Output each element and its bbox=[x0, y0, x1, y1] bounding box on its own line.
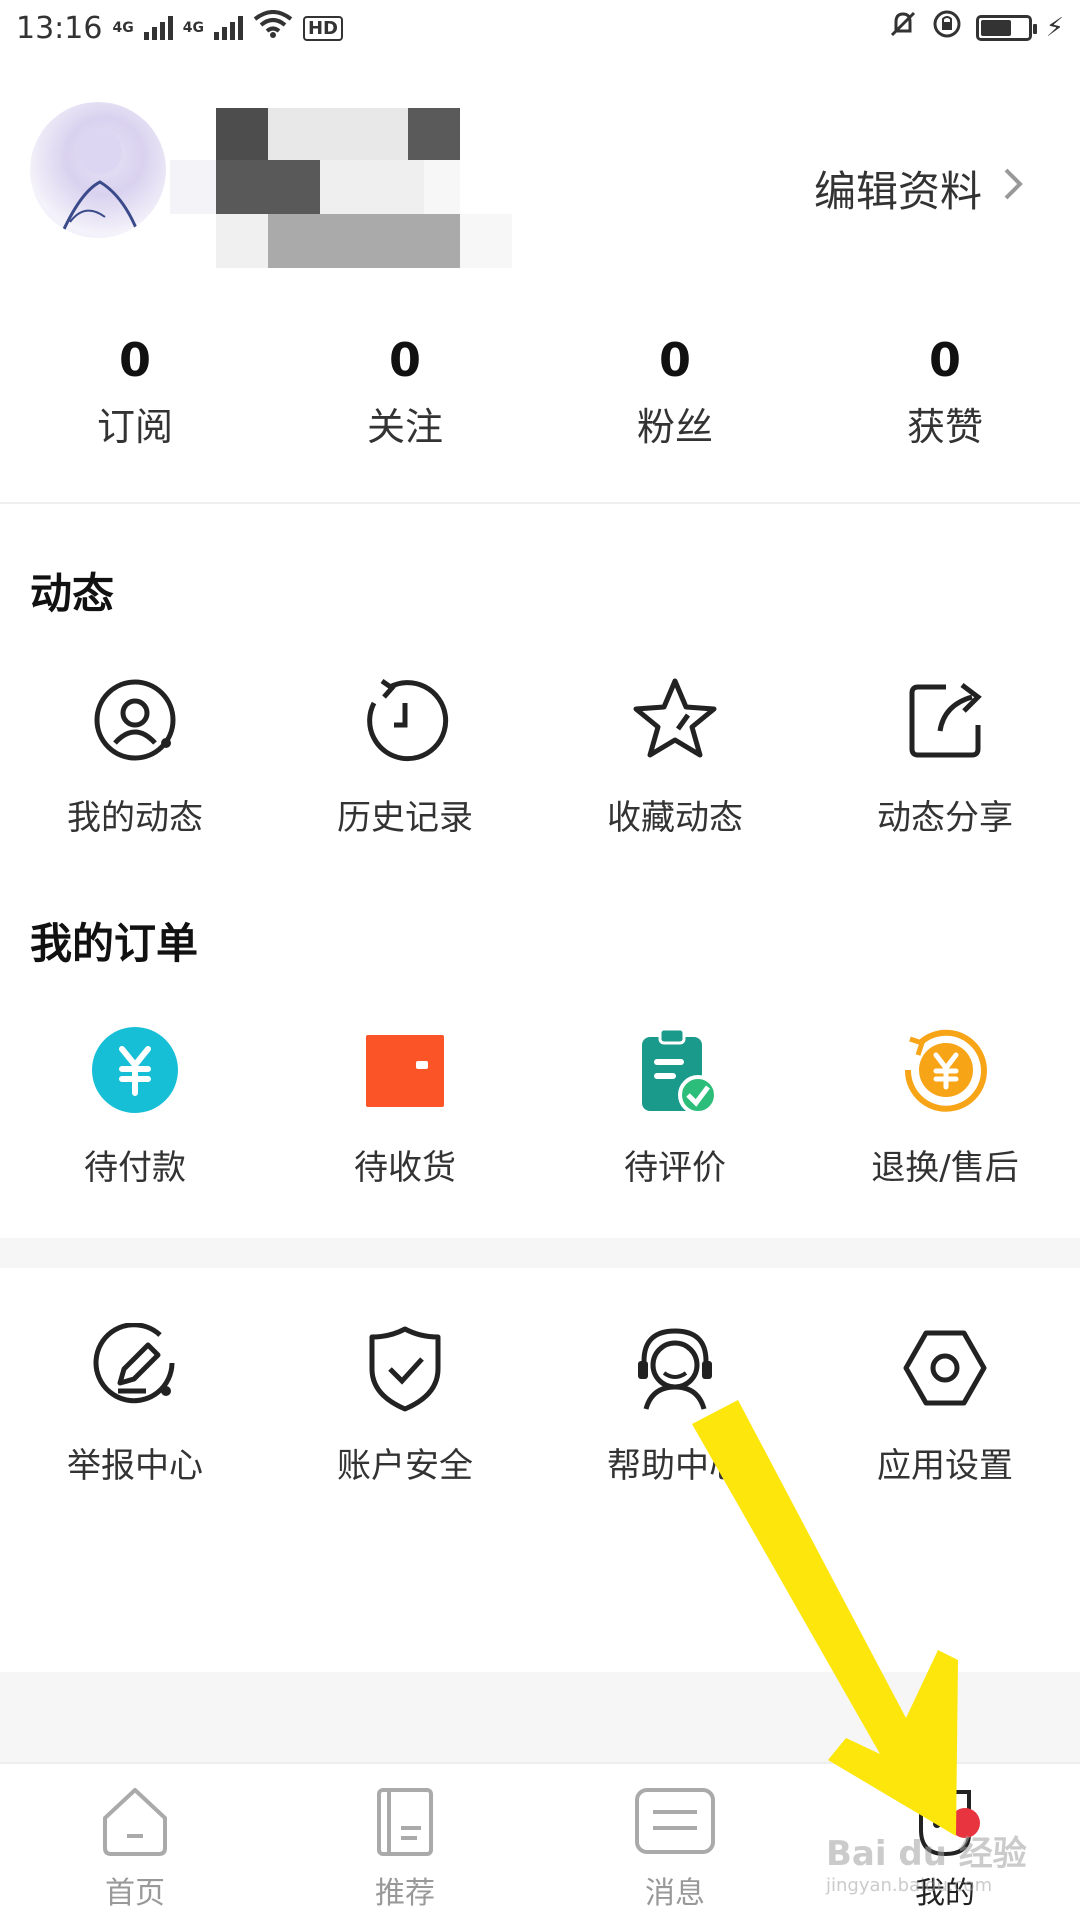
menu-label: 账户安全 bbox=[337, 1446, 473, 1486]
share-icon bbox=[897, 672, 993, 768]
avatar[interactable] bbox=[30, 102, 166, 238]
stats-row: 0 订阅 0 关注 0 粉丝 0 获赞 bbox=[0, 330, 1080, 460]
shield-check-icon bbox=[357, 1320, 453, 1416]
nav-label: 首页 bbox=[105, 1876, 165, 1911]
report-pencil-icon bbox=[87, 1320, 183, 1416]
section-title-orders: 我的订单 bbox=[30, 919, 199, 968]
dynamics-grid: 我的动态 历史记录 收藏动态 动态分享 bbox=[0, 672, 1080, 839]
my-activity-icon bbox=[87, 672, 183, 768]
menu-label: 待付款 bbox=[84, 1148, 186, 1188]
battery-icon bbox=[975, 15, 1037, 41]
stat-label: 订阅 bbox=[96, 405, 173, 449]
menu-label: 我的动态 bbox=[67, 798, 203, 838]
mute-bell-icon bbox=[888, 9, 918, 47]
status-bar: 13:16 4G 4G HD ⚡ bbox=[0, 0, 1080, 56]
menu-label: 待评价 bbox=[624, 1148, 726, 1188]
watermark: Bai du 经验 jingyan.baidu.com bbox=[826, 1826, 1027, 1896]
stat-label: 粉丝 bbox=[636, 405, 713, 449]
section-title-dynamics: 动态 bbox=[30, 569, 115, 618]
stat-value: 0 bbox=[928, 333, 961, 387]
orders-grid: 待付款 待收货 待评价 退换/售后 bbox=[0, 1022, 1080, 1189]
chevron-right-icon bbox=[1002, 166, 1024, 212]
wifi-icon bbox=[253, 10, 293, 46]
edit-profile-label: 编辑资料 bbox=[813, 167, 982, 216]
menu-report-center[interactable]: 举报中心 bbox=[0, 1320, 270, 1487]
order-pending-receipt[interactable]: 待收货 bbox=[270, 1022, 540, 1189]
bottom-spacer bbox=[0, 1672, 1080, 1762]
stat-value: 0 bbox=[118, 333, 151, 387]
wallet-icon bbox=[357, 1022, 453, 1118]
nav-messages[interactable]: 消息 bbox=[540, 1764, 810, 1920]
divider bbox=[0, 502, 1080, 504]
menu-label: 收藏动态 bbox=[607, 798, 743, 838]
menu-label: 待收货 bbox=[354, 1148, 456, 1188]
nav-label: 推荐 bbox=[375, 1876, 435, 1911]
yen-circle-icon bbox=[87, 1022, 183, 1118]
menu-label: 举报中心 bbox=[67, 1446, 203, 1486]
menu-label: 应用设置 bbox=[877, 1446, 1013, 1486]
edit-profile-button[interactable]: 编辑资料 bbox=[814, 158, 1024, 219]
stat-value: 0 bbox=[388, 333, 421, 387]
menu-label: 动态分享 bbox=[877, 798, 1013, 838]
history-icon bbox=[357, 672, 453, 768]
clipboard-check-icon bbox=[627, 1022, 723, 1118]
network-type-2: 4G bbox=[182, 20, 204, 36]
network-type-1: 4G bbox=[112, 20, 134, 36]
menu-app-settings[interactable]: 应用设置 bbox=[810, 1320, 1080, 1487]
nav-label: 消息 bbox=[645, 1876, 705, 1911]
stat-likes[interactable]: 0 获赞 bbox=[810, 330, 1080, 460]
nav-recommend[interactable]: 推荐 bbox=[270, 1764, 540, 1920]
username-mosaic bbox=[170, 108, 540, 268]
order-refund[interactable]: 退换/售后 bbox=[810, 1022, 1080, 1189]
charging-icon: ⚡ bbox=[1045, 13, 1064, 43]
watermark-url: jingyan.baidu.com bbox=[826, 1875, 993, 1896]
stat-subscriptions[interactable]: 0 订阅 bbox=[0, 330, 270, 460]
menu-label: 退换/售后 bbox=[871, 1148, 1019, 1188]
stat-following[interactable]: 0 关注 bbox=[270, 330, 540, 460]
settings-hexagon-icon bbox=[897, 1320, 993, 1416]
star-icon bbox=[627, 672, 723, 768]
menu-my-activity[interactable]: 我的动态 bbox=[0, 672, 270, 839]
home-icon bbox=[97, 1784, 173, 1864]
menu-favorites[interactable]: 收藏动态 bbox=[540, 672, 810, 839]
services-grid: 举报中心 账户安全 帮助中心 应用设置 bbox=[0, 1320, 1080, 1487]
menu-history[interactable]: 历史记录 bbox=[270, 672, 540, 839]
stat-label: 关注 bbox=[366, 405, 443, 449]
hd-icon: HD bbox=[302, 15, 343, 41]
section-spacer bbox=[0, 1238, 1080, 1268]
signal-icon bbox=[143, 16, 173, 40]
menu-label: 历史记录 bbox=[337, 798, 473, 838]
lock-rotation-icon bbox=[932, 9, 962, 47]
message-icon bbox=[633, 1784, 717, 1864]
stat-fans[interactable]: 0 粉丝 bbox=[540, 330, 810, 460]
book-icon bbox=[367, 1784, 443, 1864]
menu-help-center[interactable]: 帮助中心 bbox=[540, 1320, 810, 1487]
menu-account-security[interactable]: 账户安全 bbox=[270, 1320, 540, 1487]
clock: 13:16 bbox=[16, 10, 103, 46]
stat-value: 0 bbox=[658, 333, 691, 387]
headset-icon bbox=[627, 1320, 723, 1416]
refund-icon bbox=[897, 1022, 993, 1118]
profile-header: 编辑资料 bbox=[0, 90, 1080, 280]
order-pending-payment[interactable]: 待付款 bbox=[0, 1022, 270, 1189]
stat-label: 获赞 bbox=[906, 405, 983, 449]
menu-label: 帮助中心 bbox=[607, 1446, 743, 1486]
nav-home[interactable]: 首页 bbox=[0, 1764, 270, 1920]
signal-icon-2 bbox=[213, 16, 243, 40]
watermark-brand: Bai du 经验 bbox=[826, 1834, 1027, 1874]
menu-share[interactable]: 动态分享 bbox=[810, 672, 1080, 839]
order-pending-review[interactable]: 待评价 bbox=[540, 1022, 810, 1189]
